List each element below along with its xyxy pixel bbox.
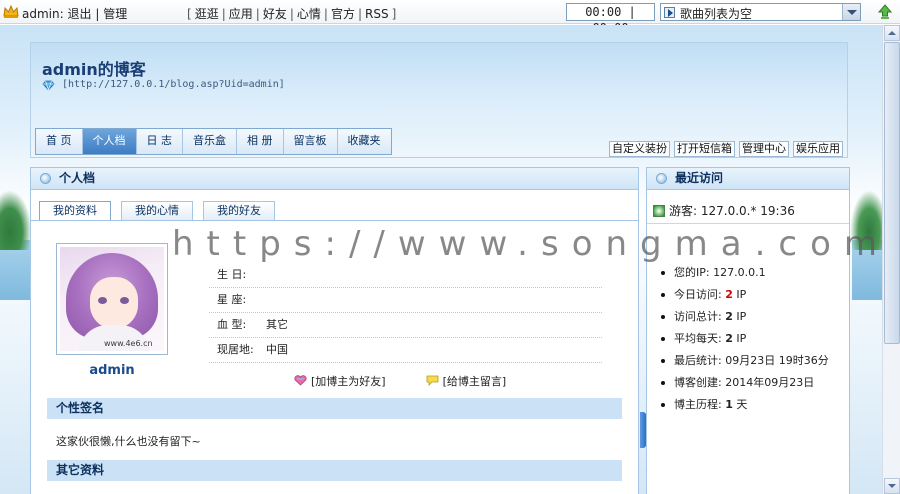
diamond-icon (42, 80, 55, 91)
manage-link[interactable]: 管理 (103, 7, 127, 21)
tab-journal[interactable]: 日 志 (137, 129, 183, 154)
nav-bracket-close: ] (391, 7, 397, 21)
bullet-icon (40, 173, 51, 184)
profile-actions: [加博主为好友] [给博主留言] (294, 373, 506, 389)
scroll-up-icon[interactable] (884, 25, 900, 41)
username-label: admin: (22, 7, 64, 21)
stat-last-count: 最后统计: 09月23日 19时36分 (655, 350, 829, 372)
tab-favorites[interactable]: 收藏夹 (338, 129, 391, 154)
subtab-my-info[interactable]: 我的资料 (39, 201, 111, 220)
leave-message-label: [给博主留言] (442, 375, 507, 388)
nav-apps[interactable]: 应用 (229, 7, 253, 21)
signature-text: 这家伙很懒,什么也没有留下~ (56, 435, 201, 448)
info-key: 生 日: (217, 268, 247, 281)
nav-browse[interactable]: 逛逛 (195, 7, 219, 21)
blog-url[interactable]: [http://127.0.0.1/blog.asp?Uid=admin] (62, 79, 285, 90)
profile-panel-title: 个人档 (59, 171, 96, 185)
profile-username[interactable]: admin (56, 363, 168, 378)
info-row-location: 现居地: 中国 (209, 339, 602, 363)
info-key: 星 座: (217, 293, 247, 306)
profile-panel-header: 个人档 (31, 168, 638, 190)
stat-daily-average: 平均每天: 2 IP (655, 328, 829, 350)
nav-official[interactable]: 官方 (331, 7, 355, 21)
blog-header: admin的博客 [http://127.0.0.1/blog.asp?Uid=… (30, 42, 848, 158)
song-list-select[interactable]: 歌曲列表为空 (660, 3, 861, 21)
profile-panel: 个人档 我的资料 我的心情 我的好友 www.4e6.cn admin 生 日:… (30, 167, 639, 494)
tab-home[interactable]: 首 页 (36, 129, 83, 154)
play-icon[interactable] (664, 7, 675, 18)
stat-today-visits: 今日访问: 2 IP (655, 284, 829, 306)
add-friend-link[interactable]: [加博主为好友] (294, 373, 386, 389)
signature-section-title: 个性签名 (47, 398, 622, 419)
scrollbar-thumb[interactable] (884, 42, 900, 344)
header-buttons: 自定义装扮 打开短信箱 管理中心 娱乐应用 (609, 141, 843, 157)
nav-rss[interactable]: RSS (365, 7, 389, 21)
leave-message-link[interactable]: [给博主留言] (426, 373, 507, 389)
customize-skin-button[interactable]: 自定义装扮 (609, 141, 670, 157)
user-links: admin: 退出 | 管理 (22, 5, 127, 22)
subtab-my-mood[interactable]: 我的心情 (121, 201, 193, 220)
avatar-watermark: www.4e6.cn (104, 339, 153, 348)
speech-bubble-icon (426, 375, 438, 386)
chevron-down-icon[interactable] (842, 4, 860, 20)
vertical-scrollbar[interactable] (882, 25, 900, 494)
stats-list: 您的IP: 127.0.0.1 今日访问: 2 IP 访问总计: 2 IP 平均… (655, 262, 829, 416)
nav-friends[interactable]: 好友 (263, 7, 287, 21)
music-timer: 00:00 | 00:00 (566, 3, 655, 35)
add-friend-label: [加博主为好友] (311, 375, 386, 388)
subtab-divider (31, 220, 638, 221)
tab-profile[interactable]: 个人档 (82, 129, 137, 154)
stat-your-ip: 您的IP: 127.0.0.1 (655, 262, 829, 284)
blog-nav-tabs: 首 页 个人档 日 志 音乐盒 相 册 留言板 收藏夹 (35, 128, 392, 155)
entertainment-apps-button[interactable]: 娱乐应用 (793, 141, 843, 157)
visitor-text: 游客: 127.0.0.* 19:36 (669, 204, 795, 218)
top-nav: [逛逛 | 应用 | 好友 | 心情 | 官方 | RSS] (187, 7, 397, 21)
scroll-top-icon[interactable] (878, 4, 892, 20)
top-toolbar: admin: 退出 | 管理 [逛逛 | 应用 | 好友 | 心情 | 官方 | RSS] 00:0… (0, 0, 900, 35)
tab-guestbook[interactable]: 留言板 (284, 129, 338, 154)
site-watermark: https://www.songma.com (172, 224, 891, 264)
stat-total-visits: 访问总计: 2 IP (655, 306, 829, 328)
heart-icon (294, 375, 307, 386)
info-row-blood-type: 血 型: 其它 (209, 314, 602, 338)
blog-title: admin的博客 (42, 60, 146, 79)
info-key: 现居地: (217, 343, 254, 356)
admin-center-button[interactable]: 管理中心 (739, 141, 789, 157)
info-key: 血 型: (217, 318, 247, 331)
song-select-value: 歌曲列表为空 (680, 7, 753, 21)
info-value: 其它 (266, 318, 288, 331)
info-row-birthday: 生 日: (209, 264, 602, 288)
separator: | (95, 7, 100, 21)
nav-bracket-open: [ (187, 7, 192, 21)
info-row-zodiac: 星 座: (209, 289, 602, 313)
subtab-my-friends[interactable]: 我的好友 (203, 201, 275, 220)
logout-link[interactable]: 退出 (67, 7, 91, 21)
tab-album[interactable]: 相 册 (237, 129, 284, 154)
visitor-entry: 游客: 127.0.0.* 19:36 (653, 202, 795, 219)
open-inbox-button[interactable]: 打开短信箱 (674, 141, 735, 157)
scroll-down-icon[interactable] (884, 478, 900, 494)
other-info-section-title: 其它资料 (47, 460, 622, 481)
avatar-image: www.4e6.cn (60, 247, 164, 351)
visitor-icon (653, 205, 665, 217)
recent-visits-header: 最近访问 (647, 168, 849, 190)
info-value: 中国 (266, 343, 288, 356)
avatar[interactable]: www.4e6.cn (56, 243, 168, 355)
crown-icon (3, 4, 19, 18)
nav-mood[interactable]: 心情 (297, 7, 321, 21)
tab-music-box[interactable]: 音乐盒 (183, 129, 237, 154)
profile-subtabs: 我的资料 我的心情 我的好友 (39, 201, 275, 220)
bullet-icon (656, 173, 667, 184)
stat-blog-age: 博主历程: 1 天 (655, 394, 829, 416)
stat-blog-created: 博客创建: 2014年09月23日 (655, 372, 829, 394)
recent-visits-panel: 最近访问 游客: 127.0.0.* 19:36 您的IP: 127.0.0.1… (646, 167, 850, 494)
recent-visits-title: 最近访问 (675, 171, 724, 185)
